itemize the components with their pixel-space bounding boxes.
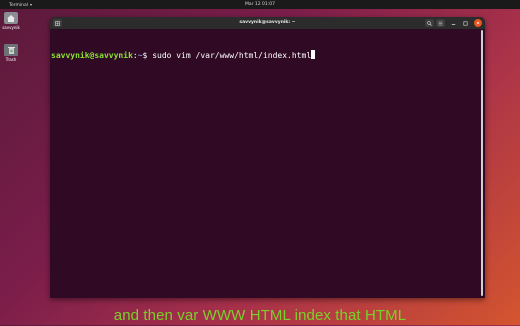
prompt-symbol: $ bbox=[142, 51, 153, 60]
maximize-button[interactable] bbox=[461, 19, 470, 27]
desktop-icon-label: savvynik bbox=[2, 25, 20, 30]
desktop-icon-home[interactable]: savvynik bbox=[0, 12, 22, 30]
minimize-icon bbox=[451, 23, 456, 25]
home-folder-icon bbox=[4, 12, 18, 24]
prompt-user-host: savvynik@savvynik bbox=[51, 51, 133, 60]
window-titlebar[interactable]: savvynik@savvynik: ~ bbox=[50, 17, 485, 29]
top-bar: Terminal ▾ Mar 12 01:07 bbox=[0, 0, 520, 9]
terminal-output[interactable]: savvynik@savvynik:~$ sudo vim /var/www/h… bbox=[50, 29, 485, 298]
menu-button[interactable] bbox=[436, 19, 445, 27]
menu-icon bbox=[438, 21, 443, 25]
prompt-line: savvynik@savvynik:~$ sudo vim /var/www/h… bbox=[51, 50, 316, 61]
video-caption: and then var WWW HTML index that HTML bbox=[113, 307, 407, 324]
window-title: savvynik@savvynik: ~ bbox=[239, 20, 296, 25]
trash-icon bbox=[4, 44, 18, 56]
clock[interactable]: Mar 12 01:07 bbox=[0, 0, 520, 9]
maximize-icon bbox=[463, 21, 468, 26]
new-tab-icon bbox=[55, 20, 60, 26]
close-icon bbox=[476, 21, 480, 25]
text-cursor bbox=[311, 50, 316, 59]
desktop-icon-trash[interactable]: Trash bbox=[0, 44, 22, 62]
desktop-icon-label: Trash bbox=[5, 57, 17, 62]
minimize-button[interactable] bbox=[449, 19, 458, 27]
new-tab-button[interactable] bbox=[53, 19, 62, 27]
search-button[interactable] bbox=[425, 19, 434, 27]
close-button[interactable] bbox=[474, 19, 482, 27]
search-icon bbox=[427, 20, 432, 26]
terminal-scrollbar[interactable] bbox=[481, 30, 483, 296]
terminal-window: savvynik@savvynik: ~ savvynik@savvynik:~… bbox=[50, 17, 485, 298]
typed-command: sudo vim /var/www/html/index.html bbox=[152, 51, 312, 60]
